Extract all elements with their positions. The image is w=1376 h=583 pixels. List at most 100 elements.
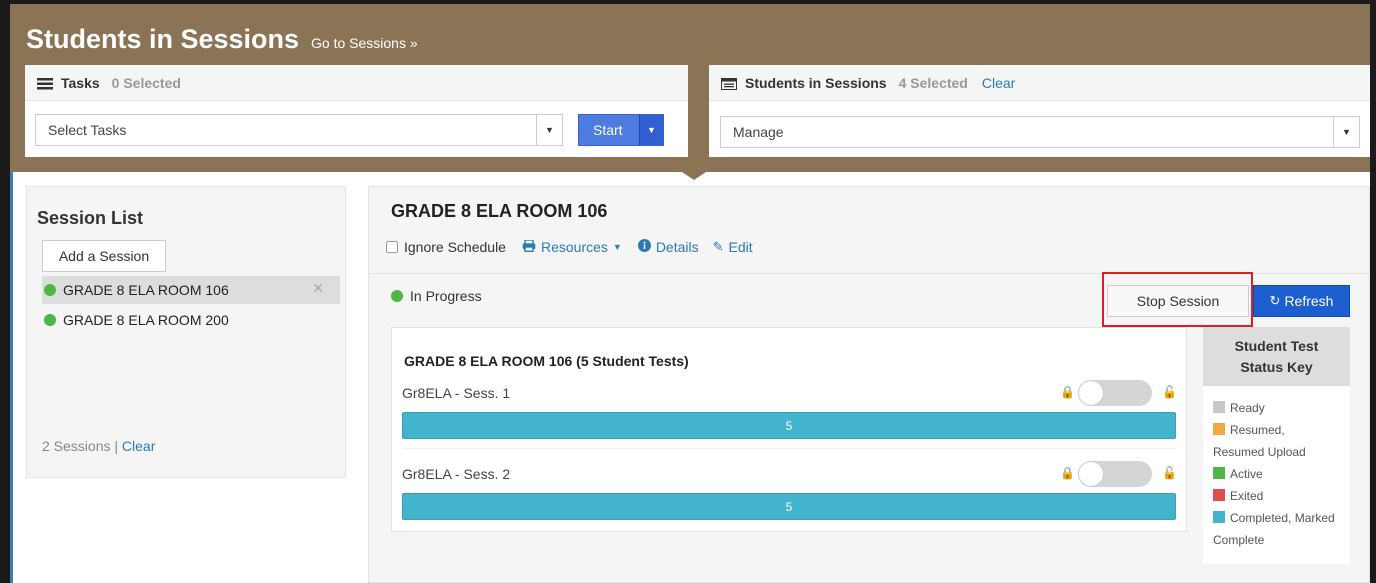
sis-title: Students in Sessions <box>745 74 887 91</box>
lock-toggle[interactable] <box>1078 461 1152 487</box>
status-key-ready: Ready <box>1213 397 1348 419</box>
test-name: Gr8ELA - Sess. 2 <box>402 466 511 482</box>
start-button[interactable]: Start ▼ <box>578 114 664 146</box>
left-accent-bar <box>10 118 13 583</box>
status-key-title-line1: Student Test <box>1234 337 1319 354</box>
status-label: In Progress <box>410 288 482 304</box>
session-list-title: Session List <box>37 208 144 228</box>
divider <box>369 273 1369 274</box>
tasks-selected-count: 0 Selected <box>111 74 181 91</box>
status-key-resumed: Resumed, <box>1213 419 1348 441</box>
chevron-down-icon: ▼ <box>536 115 562 145</box>
start-dropdown-toggle[interactable]: ▼ <box>639 115 663 145</box>
session-item-label: GRADE 8 ELA ROOM 106 <box>63 282 229 298</box>
print-icon <box>522 238 536 255</box>
chevron-down-icon: ▼ <box>1333 117 1359 147</box>
status-key-completed: Completed, Marked <box>1213 507 1348 529</box>
completed-swatch <box>1213 511 1225 523</box>
status-key-title-line2: Status Key <box>1240 358 1313 375</box>
select-tasks-value: Select Tasks <box>48 122 127 138</box>
add-session-button[interactable]: Add a Session <box>42 240 166 272</box>
status-dot-icon <box>391 290 403 302</box>
resumed-swatch <box>1213 423 1225 435</box>
manage-value: Manage <box>733 124 784 140</box>
refresh-button[interactable]: ↻ Refresh <box>1253 285 1350 317</box>
tasks-panel: Tasks 0 Selected Select Tasks ▼ Start ▼ <box>25 65 688 157</box>
test-count: 5 <box>785 418 793 433</box>
close-icon[interactable]: ✕ <box>312 280 324 297</box>
session-item-label: GRADE 8 ELA ROOM 200 <box>63 312 229 328</box>
session-list-clear-link[interactable]: Clear <box>122 438 155 454</box>
window-list-icon <box>721 77 737 90</box>
session-options: Ignore Schedule Resources ▼ Details ✎ Ed… <box>386 238 753 255</box>
status-key-panel: Student Test Status Key Ready Resumed, R… <box>1203 327 1350 564</box>
session-count: 2 Sessions | <box>42 438 119 454</box>
edit-label: Edit <box>728 239 753 255</box>
student-tests-box: GRADE 8 ELA ROOM 106 (5 Student Tests) G… <box>391 327 1187 532</box>
status-key-label: Completed, Marked <box>1230 511 1335 525</box>
toggle-knob <box>1078 380 1104 406</box>
session-item-room-200[interactable]: GRADE 8 ELA ROOM 200 <box>42 306 340 334</box>
caret-down-icon: ▼ <box>612 242 622 252</box>
resources-label: Resources <box>540 239 608 255</box>
edit-link[interactable]: ✎ Edit <box>713 239 753 255</box>
exited-swatch <box>1213 489 1225 501</box>
status-key-active: Active <box>1213 463 1348 485</box>
status-dot-icon <box>44 284 56 296</box>
status-key-label: Exited <box>1230 489 1264 503</box>
ignore-schedule-label: Ignore Schedule <box>404 239 506 255</box>
resources-dropdown[interactable]: Resources ▼ <box>522 238 622 255</box>
test-progress-bar[interactable]: 5 <box>402 412 1176 439</box>
session-item-room-106[interactable]: GRADE 8 ELA ROOM 106 ✕ <box>42 276 340 304</box>
stop-session-button[interactable]: Stop Session <box>1107 285 1249 317</box>
tasks-panel-header: Tasks 0 Selected <box>25 65 688 101</box>
test-progress-bar[interactable]: 5 <box>402 493 1176 520</box>
sis-clear-link[interactable]: Clear <box>982 75 1015 91</box>
status-key-exited: Exited <box>1213 485 1348 507</box>
details-link[interactable]: Details <box>637 239 699 255</box>
manage-dropdown[interactable]: Manage ▼ <box>720 116 1360 148</box>
session-list-panel: Session List Add a Session GRADE 8 ELA R… <box>26 186 346 478</box>
tasks-list-icon <box>37 77 53 89</box>
row-divider <box>402 448 1176 449</box>
students-in-sessions-panel: Students in Sessions 4 Selected Clear Ma… <box>709 65 1370 157</box>
session-status: In Progress <box>391 288 482 304</box>
status-key-label: Complete <box>1213 533 1265 547</box>
active-swatch <box>1213 467 1225 479</box>
sis-panel-header: Students in Sessions 4 Selected Clear <box>709 65 1370 101</box>
lock-toggle[interactable] <box>1078 380 1152 406</box>
test-count: 5 <box>785 499 793 514</box>
toggle-knob <box>1078 461 1104 487</box>
go-to-sessions-link[interactable]: Go to Sessions » <box>311 35 418 51</box>
pencil-icon: ✎ <box>712 239 724 254</box>
unlock-icon: 🔓 <box>1162 466 1177 480</box>
refresh-icon: ↻ <box>1269 293 1281 308</box>
session-title: GRADE 8 ELA ROOM 106 <box>391 201 608 221</box>
lock-icon: 🔒 <box>1060 385 1075 399</box>
status-key-label: Resumed, <box>1230 423 1285 437</box>
info-icon <box>637 239 651 255</box>
start-label: Start <box>593 122 623 138</box>
tests-title: GRADE 8 ELA ROOM 106 (5 Student Tests) <box>404 353 689 369</box>
status-key-label: Active <box>1230 467 1263 481</box>
ready-swatch <box>1213 401 1225 413</box>
status-dot-icon <box>44 314 56 326</box>
status-key-label: Ready <box>1230 401 1265 415</box>
status-key-complete: Complete <box>1213 529 1348 551</box>
select-tasks-dropdown[interactable]: Select Tasks ▼ <box>35 114 563 146</box>
page-header: Students in Sessions Go to Sessions » Ta… <box>10 4 1370 172</box>
unlock-icon: 🔓 <box>1162 385 1177 399</box>
status-key-resumed-upload: Resumed Upload <box>1213 441 1348 463</box>
session-detail-panel: GRADE 8 ELA ROOM 106 Ignore Schedule Res… <box>368 186 1370 583</box>
details-label: Details <box>655 239 699 255</box>
page-title: Students in Sessions <box>26 24 300 54</box>
test-name: Gr8ELA - Sess. 1 <box>402 385 511 401</box>
sis-selected-count: 4 Selected <box>898 74 968 91</box>
refresh-label: Refresh <box>1284 293 1334 309</box>
ignore-schedule-checkbox[interactable] <box>386 241 398 253</box>
status-key-label: Resumed Upload <box>1213 445 1306 459</box>
header-notch <box>676 168 712 180</box>
status-key-title: Student Test Status Key <box>1203 327 1350 386</box>
session-count-footer: 2 Sessions | Clear <box>42 438 155 454</box>
tasks-title: Tasks <box>61 74 100 91</box>
